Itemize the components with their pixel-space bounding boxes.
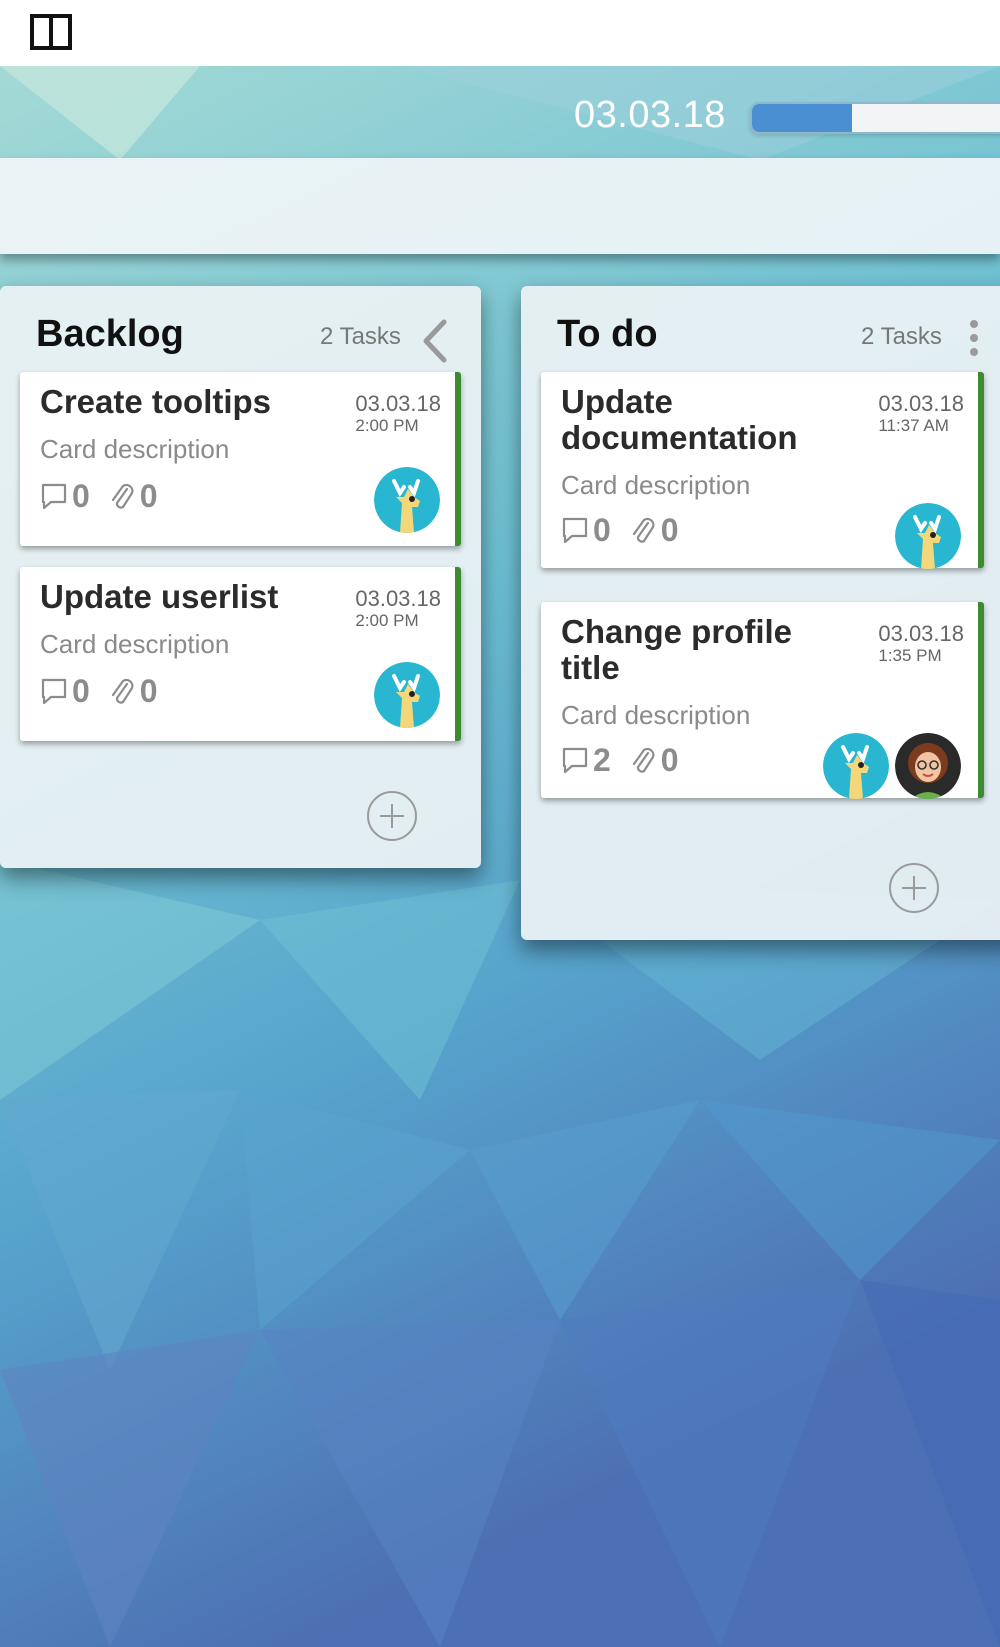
column-todo: To do 2 Tasks Update documentation 03.03…: [521, 286, 1000, 940]
comment-icon: [562, 747, 588, 774]
kebab-menu-icon[interactable]: [967, 318, 981, 358]
attachment-count: 0: [139, 672, 158, 709]
task-card[interactable]: Change profile title 03.03.18 1:35 PM Ca…: [541, 602, 984, 799]
paperclip-icon: [632, 747, 655, 773]
card-due-date: 03.03.18 1:35 PM: [878, 622, 964, 666]
card-title: Change profile title: [561, 613, 793, 686]
attachment-count: 0: [660, 511, 679, 548]
column-task-count: 2 Tasks: [320, 323, 401, 350]
plus-circle-icon[interactable]: [366, 790, 418, 842]
card-title: Update userlist: [40, 578, 279, 615]
column-task-count: 2 Tasks: [861, 323, 942, 350]
card-date: 03.03.18: [355, 391, 441, 416]
board-progress-bar: [750, 102, 1000, 134]
card-title: Update documentation: [561, 383, 798, 456]
card-stats: 0 0: [40, 478, 176, 514]
board-toolbar-band: [0, 158, 1000, 254]
split-panel-icon[interactable]: [30, 14, 72, 50]
card-time: 2:00 PM: [355, 611, 419, 630]
task-card[interactable]: Create tooltips 03.03.18 2:00 PM Card de…: [20, 372, 461, 546]
attachment-count: 0: [660, 741, 679, 778]
task-card[interactable]: Update documentation 03.03.18 11:37 AM C…: [541, 372, 984, 569]
card-due-date: 03.03.18 11:37 AM: [878, 392, 964, 436]
card-description: Card description: [561, 470, 751, 500]
board-date: 03.03.18: [574, 94, 726, 136]
card-stats: 0 0: [40, 673, 176, 709]
plus-circle-icon[interactable]: [888, 862, 940, 914]
card-time: 1:35 PM: [878, 646, 942, 665]
comment-count: 2: [593, 741, 611, 778]
column-title: To do: [557, 313, 658, 355]
card-date: 03.03.18: [355, 586, 441, 611]
paperclip-icon: [111, 483, 134, 509]
comment-count: 0: [593, 511, 611, 548]
card-title: Create tooltips: [40, 383, 272, 420]
comment-icon: [41, 678, 67, 705]
column-backlog: Backlog 2 Tasks Create tooltips 03.03.18…: [0, 286, 481, 868]
moose-avatar[interactable]: [374, 467, 440, 533]
card-date: 03.03.18: [878, 391, 964, 416]
card-stats: 2 0: [561, 742, 697, 778]
card-date: 03.03.18: [878, 621, 964, 646]
moose-avatar[interactable]: [374, 662, 440, 728]
comment-icon: [562, 517, 588, 544]
card-due-date: 03.03.18 2:00 PM: [355, 587, 441, 631]
moose-avatar[interactable]: [823, 733, 889, 799]
card-time: 11:37 AM: [878, 416, 949, 435]
card-time: 2:00 PM: [355, 416, 419, 435]
comment-count: 0: [72, 477, 90, 514]
card-description: Card description: [561, 700, 751, 730]
paperclip-icon: [111, 678, 134, 704]
card-stats: 0 0: [561, 512, 697, 548]
chevron-left-icon[interactable]: [420, 318, 450, 364]
attachment-count: 0: [139, 477, 158, 514]
card-description: Card description: [40, 434, 230, 464]
progress-fill: [752, 104, 852, 132]
comment-count: 0: [72, 672, 90, 709]
task-card[interactable]: Update userlist 03.03.18 2:00 PM Card de…: [20, 567, 461, 741]
card-due-date: 03.03.18 2:00 PM: [355, 392, 441, 436]
moose-avatar[interactable]: [895, 503, 961, 569]
comment-icon: [41, 483, 67, 510]
woman-avatar[interactable]: [895, 733, 961, 799]
card-description: Card description: [40, 629, 230, 659]
column-title: Backlog: [36, 313, 184, 355]
top-toolbar: [0, 0, 1000, 66]
paperclip-icon: [632, 517, 655, 543]
